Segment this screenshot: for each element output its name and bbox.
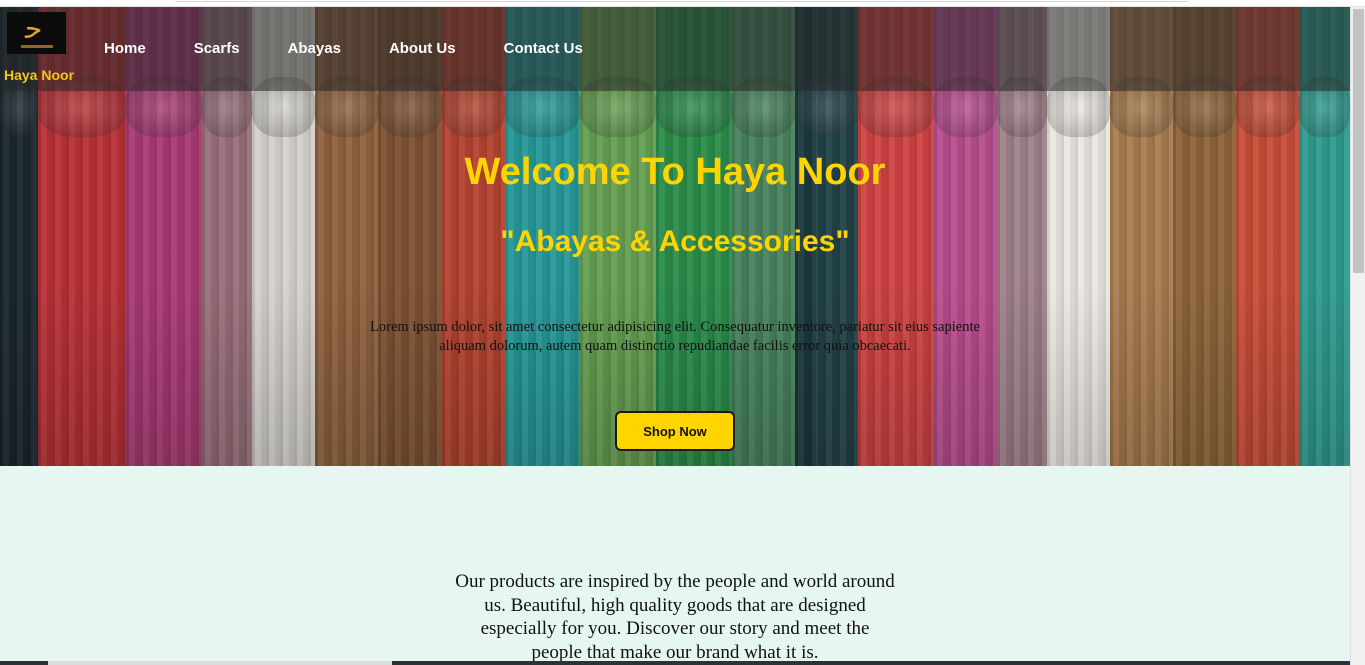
- about-section: Our products are inspired by the people …: [0, 466, 1350, 665]
- logo[interactable]: ﺣ: [7, 12, 66, 54]
- hero-subtitle: "Abayas & Accessories": [500, 225, 850, 258]
- hero-section: ﺣ Haya Noor Home Scarfs Abayas About Us …: [0, 7, 1350, 466]
- about-text: Our products are inspired by the people …: [455, 571, 895, 663]
- nav-contact-us[interactable]: Contact Us: [504, 40, 583, 57]
- shop-now-button[interactable]: Shop Now: [615, 411, 735, 451]
- nav-scarfs[interactable]: Scarfs: [194, 40, 240, 57]
- brand-name[interactable]: Haya Noor: [4, 67, 74, 83]
- horizontal-scrollbar-thumb[interactable]: [48, 661, 392, 665]
- logo-caption-mark: [21, 45, 53, 48]
- navbar: ﺣ Haya Noor Home Scarfs Abayas About Us …: [0, 7, 1350, 91]
- vertical-scrollbar[interactable]: [1350, 7, 1365, 665]
- hero-title: Welcome To Haya Noor: [464, 151, 886, 193]
- nav-links: Home Scarfs Abayas About Us Contact Us: [104, 40, 631, 57]
- browser-tab-line: [176, 0, 1188, 2]
- nav-abayas[interactable]: Abayas: [288, 40, 341, 57]
- browser-top-strip: [0, 0, 1365, 7]
- hero-paragraph: Lorem ipsum dolor, sit amet consectetur …: [370, 319, 980, 354]
- vertical-scrollbar-thumb[interactable]: [1353, 9, 1364, 273]
- calligraphy-logo-icon: ﺣ: [25, 12, 43, 45]
- nav-home[interactable]: Home: [104, 40, 146, 57]
- nav-about-us[interactable]: About Us: [389, 40, 456, 57]
